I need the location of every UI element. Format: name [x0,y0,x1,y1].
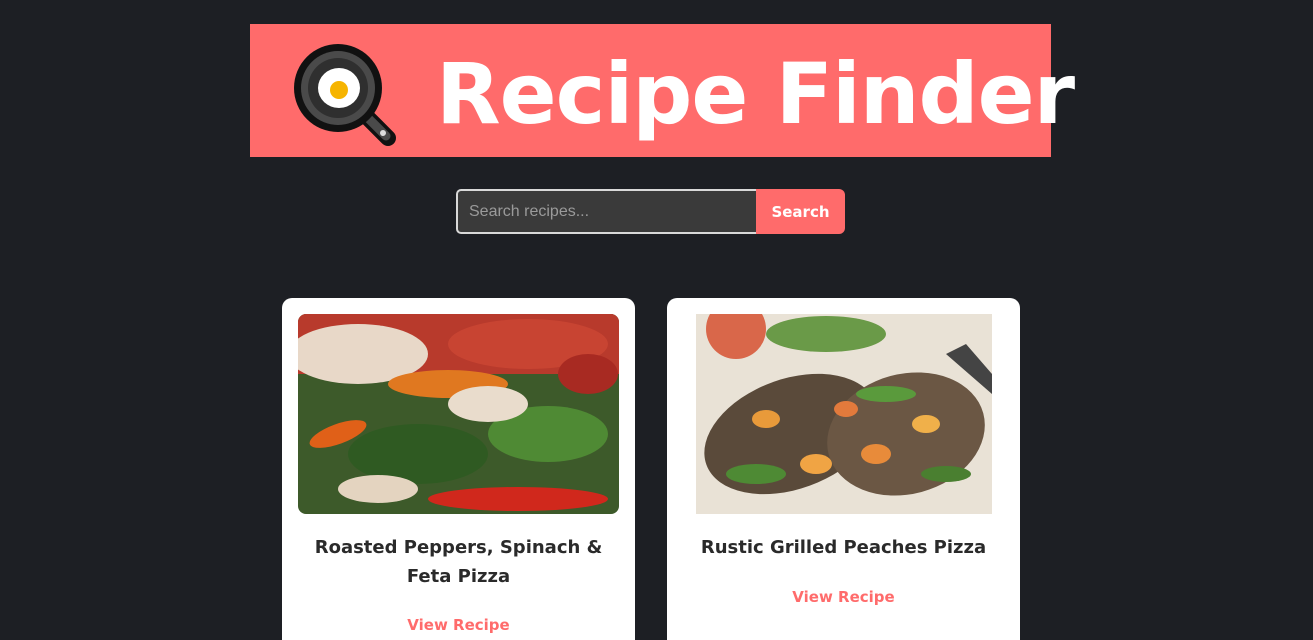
header-banner: Recipe Finder [250,24,1075,157]
search-input[interactable] [456,189,756,234]
page-title: Recipe Finder [436,45,1075,143]
recipe-image[interactable] [696,314,992,514]
view-recipe-link[interactable]: View Recipe [282,616,635,634]
view-recipe-link[interactable]: View Recipe [667,588,1020,606]
recipe-title: Rustic Grilled Peaches Pizza [700,537,987,558]
recipe-image[interactable] [298,314,619,514]
recipe-card: Roasted Peppers, Spinach & Feta Pizza Vi… [282,298,635,640]
search-button[interactable]: Search [756,189,845,234]
frying-pan-egg-icon [294,44,396,146]
recipe-card: Rustic Grilled Peaches Pizza View Recipe [667,298,1020,640]
search-bar: Search [456,189,845,234]
recipe-title: Roasted Peppers, Spinach & Feta Pizza [314,537,603,587]
